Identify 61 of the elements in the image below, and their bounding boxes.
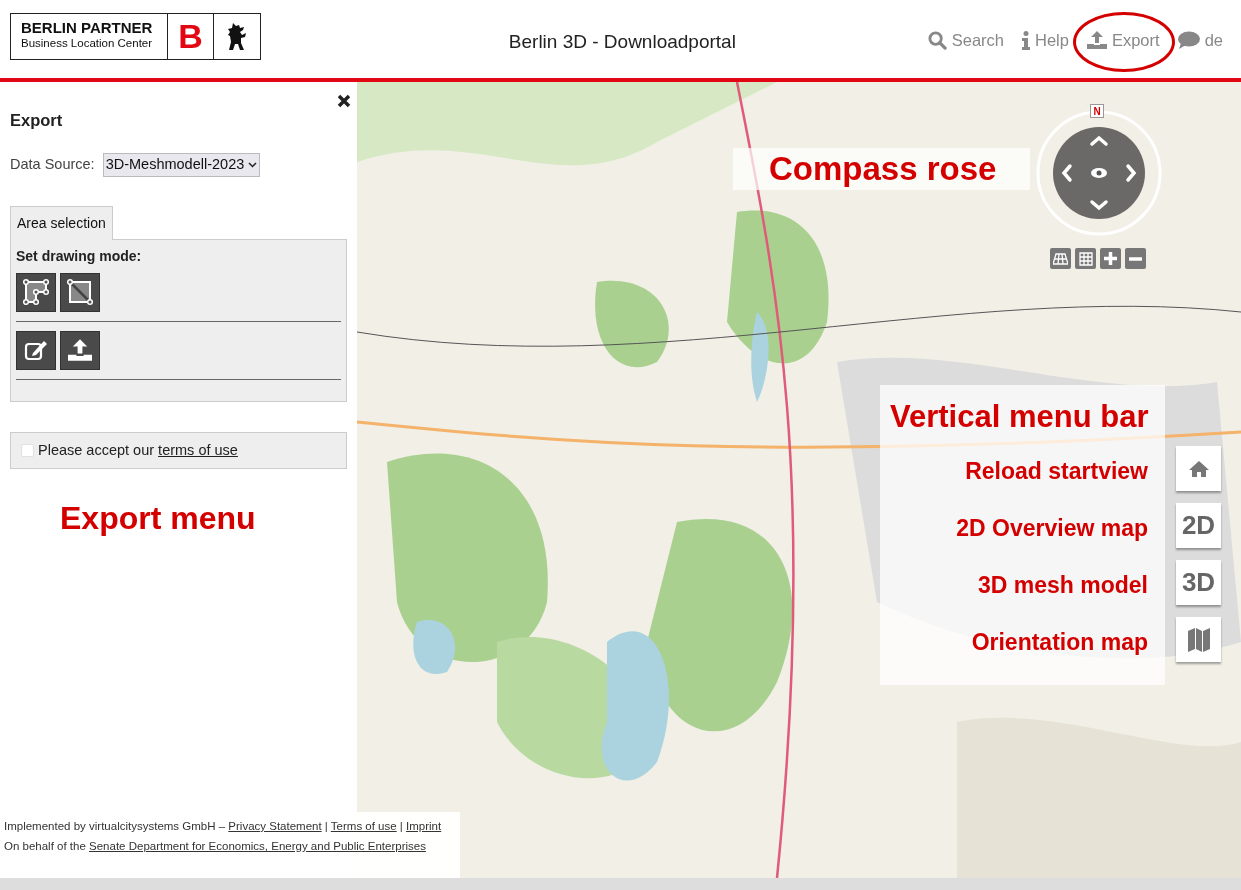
view-mode-button[interactable]: 2D [1176,503,1221,548]
footer-link[interactable]: Imprint [406,820,442,832]
logo-title: BERLIN PARTNER [21,19,154,36]
map-icon [1187,627,1210,652]
annotation-label: Export menu [60,499,256,538]
north-marker: N [1090,104,1104,118]
footer-text: On behalf of the Senate Department for Economics, Energy and Public Enterprises [4,839,427,854]
map-button[interactable] [1176,617,1221,662]
terms-checkbox[interactable] [21,443,34,457]
terms-text: Please accept our terms of use [38,440,238,460]
logo[interactable]: BERLIN PARTNER Business Location Center B [10,13,261,60]
logo-letter: B [168,14,214,59]
upload-icon [68,339,92,361]
info-icon [1022,30,1030,50]
speech-bubble-icon [1177,31,1200,50]
footer-link[interactable]: Privacy Statement [228,820,322,832]
footer-link[interactable]: Senate Department for Economics, Energy and Public Enterprises [89,840,426,852]
zoom-in-button[interactable] [1100,248,1121,269]
tilt-view-icon [1053,252,1068,265]
zoom-out-button[interactable] [1125,248,1146,269]
close-icon [337,93,351,108]
edit-icon [24,339,48,361]
zoom-in-icon [1104,252,1117,265]
annotation-label: Compass rose [733,148,1030,190]
compass-rose[interactable] [1035,109,1163,237]
search-icon [927,30,947,50]
annotation-label: Vertical menu bar [890,398,1148,436]
panel-title: Export [10,110,64,131]
grid-icon [1078,251,1093,266]
zoom-out-icon [1129,256,1142,261]
nav-link[interactable]: Export [1082,18,1164,63]
data-source-dropdown[interactable]: 3D-Meshmodell-2023 [102,152,261,177]
annotation-label: Orientation map [971,629,1148,655]
footer-text: Implemented by virtualcitysystems GmbH – Privacy Statement | Terms of use | Imprint [4,819,443,834]
terms-link[interactable]: terms of use [158,441,238,458]
tilt-button[interactable] [1050,248,1071,269]
annotation-label: 2D Overview map [956,515,1148,541]
caret-icon [248,161,258,168]
logo-subtitle: Business Location Center [21,36,154,50]
tab[interactable]: Area selection [10,205,113,240]
annotation-label: 3D mesh model [978,572,1148,598]
nav-link[interactable]: Help [1018,18,1073,63]
home-button[interactable] [1176,446,1221,491]
polygon-tool-button[interactable] [16,272,56,312]
page-title: Berlin 3D - Downloadportal [508,30,736,54]
upload-icon [1086,31,1107,50]
section-label: Set drawing mode: [16,246,143,266]
grid-button[interactable] [1075,248,1096,269]
export-button[interactable] [60,330,100,370]
home-icon [1187,459,1210,478]
bear-icon [227,22,247,51]
edit-button[interactable] [16,330,56,370]
rectangle-icon [66,278,94,306]
nav-link[interactable]: de [1173,18,1227,63]
field-label: Data Source: [10,154,95,174]
footer-link[interactable]: Terms of use [330,820,397,832]
annotation-label: Reload startview [965,458,1148,484]
polygon-icon [22,278,50,306]
view-mode-button[interactable]: 3D [1176,560,1221,605]
nav-link[interactable]: Search [923,18,1008,63]
rectangle-tool-button[interactable] [60,272,100,312]
